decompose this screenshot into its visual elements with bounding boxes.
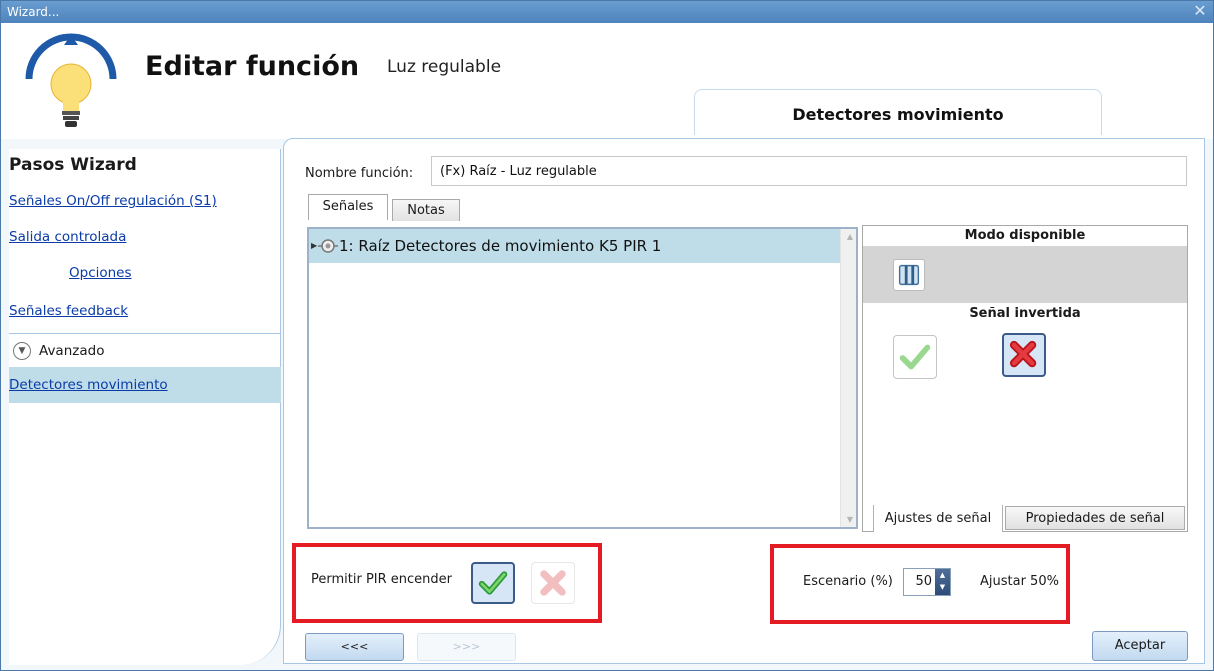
mode-icon[interactable] — [893, 259, 925, 291]
mode-header: Modo disponible — [863, 226, 1187, 246]
pir-label: Permitir PIR encender — [311, 572, 453, 587]
page-title: Editar función — [145, 51, 360, 82]
scenario-stepper[interactable]: ▲ ▼ — [935, 569, 950, 595]
back-button[interactable]: <<< — [305, 633, 404, 661]
sidebar-item-opciones[interactable]: Opciones — [9, 257, 281, 289]
mode-area — [863, 246, 1187, 303]
close-icon[interactable]: ✕ — [1191, 2, 1209, 20]
tab-senales[interactable]: Señales — [308, 194, 388, 220]
inverted-signal-header: Señal invertida — [969, 306, 1081, 321]
header: Editar función Luz regulable Detectores … — [1, 23, 1213, 139]
tab-propiedades-senal[interactable]: Propiedades de señal — [1005, 506, 1185, 530]
x-icon — [540, 570, 566, 596]
list-item[interactable]: ▶ 1: Raíz Detectores de movimiento K5 PI… — [309, 229, 841, 263]
expand-arrow-icon[interactable]: ▶ — [311, 229, 317, 263]
scenario-label: Escenario (%) — [803, 574, 893, 589]
check-icon — [478, 571, 508, 595]
pir-enable-no-button[interactable] — [531, 562, 575, 604]
inverted-yes-button[interactable] — [1002, 333, 1046, 377]
scroll-up-icon[interactable]: ▲ — [847, 232, 853, 241]
sidebar-item-salida-controlada[interactable]: Salida controlada — [9, 221, 281, 253]
function-name-label: Nombre función: — [305, 166, 414, 181]
sidebar-item-senales-onoff[interactable]: Señales On/Off regulación (S1) — [9, 185, 281, 217]
tab-ajustes-senal[interactable]: Ajustes de señal — [873, 505, 1003, 532]
scrollbar[interactable]: ▲ ▼ — [840, 229, 856, 527]
sidebar-item-senales-feedback[interactable]: Señales feedback — [9, 295, 281, 327]
scenario-adjust-label: Ajustar 50% — [980, 574, 1059, 589]
advanced-label: Avanzado — [39, 343, 105, 359]
check-icon — [899, 344, 931, 370]
light-bulb-icon — [25, 33, 117, 127]
sidebar: Pasos Wizard Señales On/Off regulación (… — [9, 149, 281, 665]
page-subtitle: Luz regulable — [387, 57, 502, 77]
main-panel: Nombre función: Señales Notas ▶ 1: Raíz … — [283, 138, 1205, 664]
title-bar: Wizard... ✕ — [1, 1, 1213, 23]
sidebar-advanced-toggle[interactable]: ▼ Avanzado — [9, 333, 281, 367]
tab-notas[interactable]: Notas — [392, 199, 460, 221]
scroll-down-icon[interactable]: ▼ — [847, 515, 853, 524]
sidebar-item-detectores-movimiento[interactable]: Detectores movimiento — [9, 367, 281, 403]
inverted-no-button[interactable] — [893, 335, 937, 379]
next-button[interactable]: >>> — [417, 633, 516, 661]
chevron-down-icon: ▼ — [13, 342, 31, 360]
signal-settings-panel: Modo disponible Señal invertida Ajustes … — [862, 225, 1188, 532]
window-title: Wizard... — [7, 5, 60, 19]
motion-sensor-icon — [318, 239, 338, 253]
sidebar-title: Pasos Wizard — [9, 155, 137, 175]
wizard-window: Wizard... ✕ Editar función Luz regulable… — [0, 0, 1214, 671]
function-name-input[interactable] — [431, 156, 1187, 186]
x-icon — [1009, 340, 1037, 368]
pir-enable-yes-button[interactable] — [471, 562, 515, 604]
signals-list[interactable]: ▶ 1: Raíz Detectores de movimiento K5 PI… — [307, 227, 858, 529]
accept-button[interactable]: Aceptar — [1092, 631, 1188, 661]
tab-detectores-movimiento[interactable]: Detectores movimiento — [694, 89, 1102, 135]
signal-label: 1: Raíz Detectores de movimiento K5 PIR … — [339, 237, 662, 255]
